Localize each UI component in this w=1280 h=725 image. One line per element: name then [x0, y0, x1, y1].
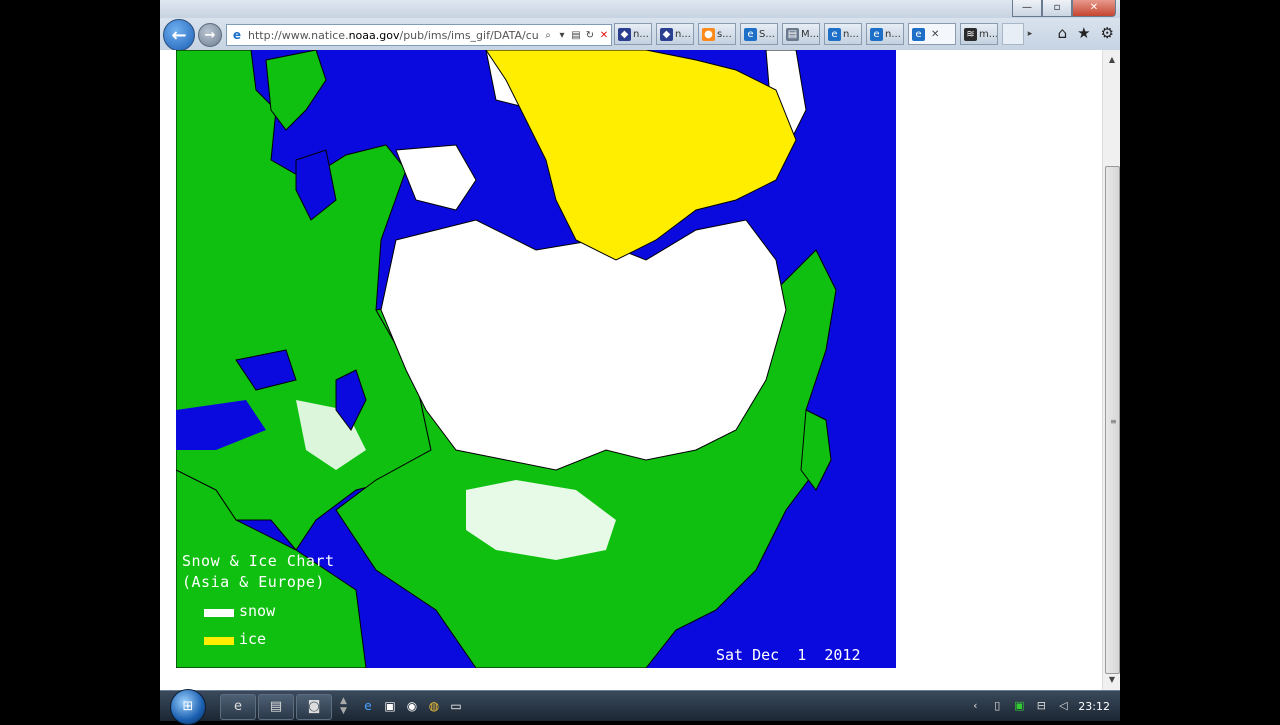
tab-label: s...	[717, 28, 732, 40]
camera-icon: ◙	[307, 699, 321, 714]
taskbar-ie-button[interactable]: e	[220, 694, 256, 720]
taskbar-scroll-arrows[interactable]: ▲ ▼	[340, 696, 347, 716]
windows-logo-icon: ⊞	[182, 699, 194, 714]
quicklaunch-chrome-icon[interactable]: ◍	[426, 698, 442, 714]
noaa-icon: ◆	[660, 27, 673, 41]
tab-label: n...	[843, 28, 859, 40]
ie-icon: e	[234, 699, 242, 714]
tab-label: n...	[633, 28, 649, 40]
tab-label: n...	[885, 28, 901, 40]
taskbar-camera-button[interactable]: ◙	[296, 694, 332, 720]
quicklaunch-ie-icon[interactable]: e	[360, 698, 376, 714]
home-icon[interactable]: ⌂	[1058, 24, 1068, 42]
scroll-up-icon[interactable]: ▲	[1103, 52, 1120, 68]
legend-snow-swatch	[204, 609, 234, 617]
map-date: Sat Dec 1 2012	[716, 646, 861, 664]
forward-button[interactable]: →	[198, 23, 222, 47]
new-tab-button[interactable]	[1002, 23, 1024, 45]
back-arrow-icon: ←	[171, 24, 187, 46]
refresh-icon[interactable]: ↻	[583, 30, 597, 41]
browser-toolbar: ← → e http://www.natice.noaa.gov/pub/ims…	[160, 18, 1120, 51]
document-icon: ▤	[269, 699, 283, 714]
legend-ice-label: ice	[239, 630, 267, 648]
tools-gear-icon[interactable]: ⚙	[1101, 24, 1114, 42]
taskbar-document-button[interactable]: ▤	[258, 694, 294, 720]
ie-icon: e	[870, 27, 883, 41]
quicklaunch-explorer-icon[interactable]: ▣	[382, 698, 398, 714]
tab-strip: ◆ n... ◆ n... ● s... e S... ▤ M... e n... e n... e ✕ ≋ m.…	[614, 23, 1036, 47]
page-content: Snow & Ice Chart (Asia & Europe) snow ic…	[160, 50, 1102, 690]
scroll-down-icon[interactable]: ▼	[1103, 672, 1120, 688]
close-button[interactable]: ✕	[1072, 0, 1116, 17]
forward-arrow-icon: →	[204, 27, 216, 43]
ie-page-icon: e	[232, 28, 242, 42]
dropdown-arrow-icon[interactable]: ▾	[555, 30, 569, 41]
title-bar: — ▫ ✕	[160, 0, 1120, 18]
tab-close-icon[interactable]: ✕	[931, 29, 939, 40]
quicklaunch-globe-icon[interactable]: ◉	[404, 698, 420, 714]
network-icon[interactable]: ⊟	[1034, 699, 1048, 713]
tab-scroll-right-icon[interactable]: ▸	[1024, 23, 1036, 47]
tray-document-icon[interactable]: ▯	[990, 699, 1004, 713]
noaa-icon: ◆	[618, 27, 631, 41]
tab-label: m...	[979, 28, 998, 40]
arctic-islands-snow	[395, 144, 477, 211]
browser-tab[interactable]: e S...	[740, 23, 778, 45]
striped-icon: ≋	[964, 27, 977, 41]
page-icon: ▤	[786, 27, 799, 41]
quicklaunch-desktop-icon[interactable]: ▭	[448, 698, 464, 714]
scrollbar-thumb[interactable]: ≡	[1105, 166, 1120, 674]
vertical-scrollbar[interactable]: ▲ ≡ ▼	[1102, 50, 1120, 690]
compatibility-view-icon[interactable]: ▤	[569, 30, 583, 41]
minimize-button[interactable]: —	[1012, 0, 1042, 17]
favorites-star-icon[interactable]: ★	[1077, 24, 1090, 42]
address-url[interactable]: http://www.natice.noaa.gov/pub/ims/ims_g…	[248, 29, 541, 42]
tab-label: n...	[675, 28, 691, 40]
tray-green-icon[interactable]: ▣	[1012, 699, 1026, 713]
browser-tab[interactable]: ◆ n...	[614, 23, 652, 45]
browser-tab[interactable]: ● s...	[698, 23, 736, 45]
ie-icon: e	[828, 27, 841, 41]
tray-expand-icon[interactable]: ‹	[968, 699, 982, 713]
grip-icon: ≡	[1110, 417, 1117, 426]
browser-window: — ▫ ✕ ← → e http://www.natice.noaa.gov/p…	[160, 0, 1120, 690]
search-icon[interactable]: ⌕	[541, 30, 555, 41]
system-tray: ‹ ▯ ▣ ⊟ ◁ 23:12	[968, 691, 1110, 721]
ie-icon: e	[744, 27, 757, 41]
browser-tab[interactable]: e n...	[824, 23, 862, 45]
back-button[interactable]: ←	[163, 19, 195, 51]
stop-icon[interactable]: ✕	[597, 30, 611, 41]
taskbar: ⊞ e ▤ ◙ ▲ ▼ e ▣ ◉ ◍ ▭ ‹ ▯ ▣ ⊟ ◁ 23:12	[160, 689, 1120, 725]
snow-ice-map: Snow & Ice Chart (Asia & Europe) snow ic…	[176, 50, 896, 668]
map-subtitle: (Asia & Europe)	[182, 573, 325, 591]
browser-tab[interactable]: ≋ m...	[960, 23, 998, 45]
browser-tab[interactable]: ◆ n...	[656, 23, 694, 45]
clock[interactable]: 23:12	[1078, 700, 1110, 713]
maximize-button[interactable]: ▫	[1042, 0, 1072, 17]
tab-label: M...	[801, 28, 820, 40]
browser-tab[interactable]: e ✕	[908, 23, 956, 45]
ie-icon: e	[912, 27, 925, 41]
browser-tab[interactable]: e n...	[866, 23, 904, 45]
orange-feed-icon: ●	[702, 27, 715, 41]
volume-icon[interactable]: ◁	[1056, 699, 1070, 713]
browser-tab[interactable]: ▤ M...	[782, 23, 820, 45]
right-controls: ⌂ ★ ⚙	[1058, 24, 1114, 42]
tab-label: S...	[759, 28, 775, 40]
map-title: Snow & Ice Chart	[182, 552, 335, 570]
legend-ice-swatch	[204, 637, 234, 645]
address-bar[interactable]: e http://www.natice.noaa.gov/pub/ims/ims…	[226, 24, 612, 46]
legend-snow-label: snow	[239, 602, 276, 620]
